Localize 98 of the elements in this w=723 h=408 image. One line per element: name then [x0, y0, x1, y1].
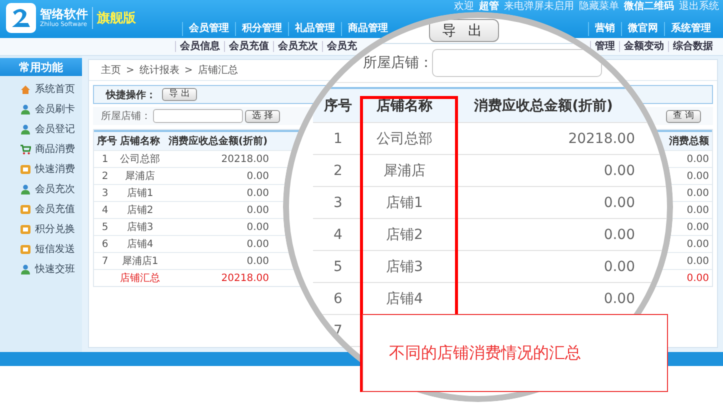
person-icon — [20, 184, 31, 194]
column-header: 消费应收总金额(折前) — [473, 96, 614, 114]
table-cell-text: 0.00 — [246, 170, 270, 182]
breadcrumb-link[interactable]: 主页 — [101, 63, 121, 77]
table-cell-text: 0.00 — [246, 256, 270, 266]
brand-name: 智络软件 — [40, 7, 88, 21]
export-button[interactable]: 导 出 — [162, 88, 197, 101]
table-cell-text: 2 — [332, 162, 344, 178]
table-cell-text: 店铺1 — [126, 186, 154, 200]
table-cell-text: 0.00 — [602, 290, 636, 306]
table-cell-text: 店铺2 — [385, 226, 424, 244]
sidebar-item[interactable]: 会员充次 — [0, 179, 82, 199]
home-icon — [20, 84, 31, 94]
column-header: 序号 — [323, 96, 353, 114]
square-icon — [20, 204, 31, 214]
breadcrumb-link[interactable]: 店铺汇总 — [198, 63, 238, 77]
sidebar-item[interactable]: 会员充值 — [0, 199, 82, 219]
table-cell-text: 0.00 — [602, 162, 636, 178]
callout-text: 不同的店铺消费情况的汇总 — [389, 342, 581, 364]
table-cell-text: 店铺2 — [126, 204, 154, 217]
sidebar-item[interactable]: 会员刷卡 — [0, 99, 82, 119]
table-cell-text: 2 — [100, 170, 110, 182]
column-header: 店铺名称 — [376, 96, 434, 114]
edition-label: 旗舰版 — [97, 10, 136, 27]
table-cell-text: 店铺4 — [126, 238, 154, 251]
sidebar-item[interactable]: 系统首页 — [0, 79, 82, 99]
table-cell-text: 6 — [100, 238, 110, 250]
sidebar-item[interactable]: 积分兑换 — [0, 219, 82, 239]
sidebar-title: 常用功能 — [0, 58, 82, 76]
quick-actions-label: 快捷操作： — [104, 88, 156, 102]
table-cell-text: 0.00 — [246, 222, 270, 232]
person-icon — [20, 104, 31, 114]
table-cell-text: 0.00 — [246, 238, 270, 250]
breadcrumb-separator: > — [126, 64, 134, 76]
table-cell-text: 0.00 — [602, 226, 636, 242]
table-cell-text: 0.00 — [602, 258, 636, 274]
table-cell-text: 5 — [100, 222, 110, 232]
table-cell-text: 店铺3 — [385, 258, 424, 276]
table-cell-text: 6 — [332, 290, 344, 306]
column-header: 消费应收总金额(折前) — [167, 134, 269, 148]
table-cell-text: 犀浦店 — [124, 170, 156, 183]
export-button[interactable]: 导 出 — [429, 19, 499, 42]
table-cell-text: 公司总部 — [119, 152, 161, 166]
query-button[interactable]: 查 询 — [666, 110, 701, 122]
person-icon — [20, 264, 31, 274]
table-cell-text: 7 — [100, 256, 110, 266]
table-cell-text: 3 — [332, 194, 344, 210]
square-icon — [20, 224, 31, 234]
subnav-link[interactable]: 会员信息 — [175, 41, 224, 52]
store-filter-label: 所屋店铺： — [100, 110, 151, 123]
table-cell-text: 20218.00 — [220, 154, 270, 164]
sidebar-item[interactable]: 快速消费 — [0, 159, 82, 179]
column-header: 消费总额 — [668, 134, 710, 148]
table-cell-text: 4 — [100, 204, 110, 216]
square-icon — [20, 244, 31, 254]
table-cell-text: 0.00 — [686, 272, 710, 284]
table-cell-text: 犀浦店1 — [120, 254, 160, 268]
table-cell-text: 店铺汇总 — [119, 272, 161, 285]
table-cell-text: 犀浦店 — [382, 162, 426, 180]
table-cell-text: 4 — [332, 226, 344, 242]
table-cell-text: 0.00 — [246, 188, 270, 198]
square-icon — [20, 164, 31, 174]
table-cell-text: 0.00 — [602, 194, 636, 210]
table-cell-text: 5 — [332, 258, 344, 274]
store-input-field[interactable] — [153, 109, 243, 123]
store-input-field[interactable] — [432, 49, 602, 77]
table-cell-text: 3 — [100, 188, 110, 198]
table-cell-text: 0.00 — [686, 154, 710, 164]
table-cell-text: 0.00 — [686, 204, 710, 216]
table-cell-text: 0.00 — [686, 222, 710, 232]
breadcrumb-link[interactable]: 统计报表 — [139, 63, 180, 77]
sidebar-item[interactable]: 短信发送 — [0, 239, 82, 259]
column-header: 店铺名称 — [119, 134, 161, 148]
table-cell-text: 公司总部 — [376, 130, 434, 148]
sidebar-item[interactable]: 商品消费 — [0, 139, 82, 159]
table-cell-text: 1 — [332, 130, 344, 146]
sidebar-item[interactable]: 快速交班 — [0, 259, 82, 279]
sidebar-item[interactable]: 会员登记 — [0, 119, 82, 139]
table-cell-text: 20218.00 — [220, 272, 270, 284]
person-icon — [20, 124, 31, 134]
logo-icon — [6, 3, 36, 33]
table-cell-text: 0.00 — [686, 188, 710, 198]
store-filter-label: 所屋店铺： — [363, 54, 426, 72]
table-cell-text: 0.00 — [686, 256, 710, 266]
cart-icon — [20, 144, 31, 154]
table-cell-text: 店铺3 — [126, 220, 154, 234]
table-cell-text: 0.00 — [686, 238, 710, 250]
table-cell-text: 店铺1 — [385, 194, 424, 212]
table-cell-text: 0.00 — [246, 204, 270, 216]
select-button[interactable]: 选 择 — [245, 110, 280, 122]
table-cell-text: 0.00 — [686, 170, 710, 182]
table-cell-text: 店铺4 — [385, 290, 424, 308]
table-cell-text: 1 — [100, 154, 110, 164]
column-header: 序号 — [96, 134, 116, 148]
subnav-link[interactable]: 综合数据 — [668, 41, 717, 52]
subnav-link[interactable]: 会员充值 — [224, 41, 273, 52]
breadcrumb-separator: > — [184, 64, 193, 76]
table-cell-text: 20218.00 — [567, 130, 636, 146]
